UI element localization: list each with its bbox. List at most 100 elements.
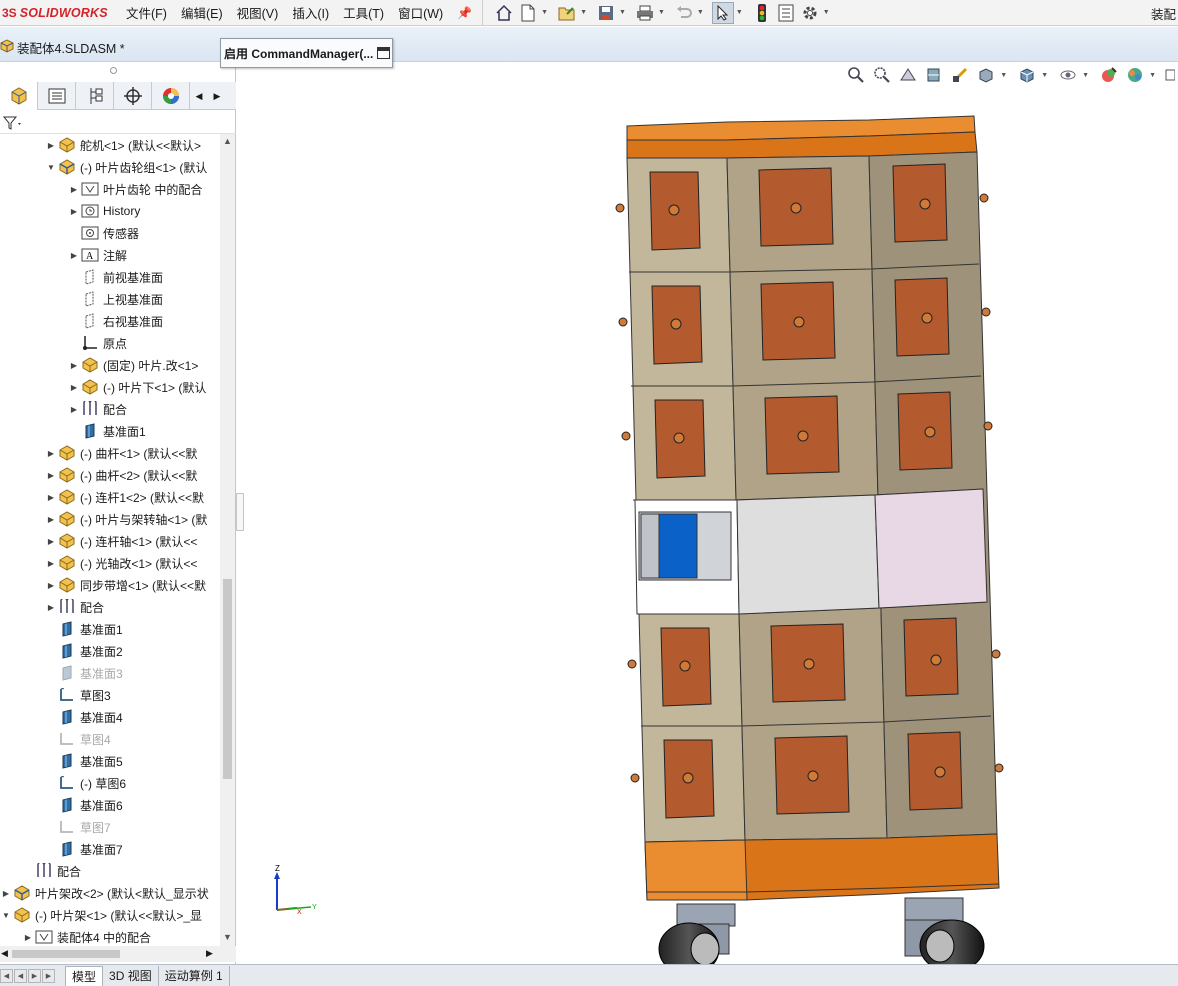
chevron-down-icon[interactable]: ▼	[541, 9, 548, 16]
home-icon[interactable]	[493, 2, 515, 24]
pin-icon[interactable]: 📌	[457, 6, 472, 20]
scrollbar-thumb[interactable]	[12, 950, 120, 958]
tree-item[interactable]: ▶ (-) 曲杆<2> (默认<<默	[45, 464, 197, 486]
tree-item[interactable]: ▶ 同步带增<1> (默认<<默	[45, 574, 206, 596]
collapsed-chevron-icon[interactable]: ▶	[45, 449, 57, 458]
scroll-left-icon[interactable]: ◀	[1, 948, 8, 959]
tab-motion-study[interactable]: 运动算例 1	[159, 965, 230, 986]
print-icon[interactable]	[634, 2, 656, 24]
menu-window[interactable]: 窗口(W)	[394, 3, 447, 22]
tab-property-manager[interactable]	[38, 82, 76, 110]
tree-item[interactable]: 基准面2	[45, 640, 123, 662]
graphics-area[interactable]: ▼ ▼ ▼ ▼ Z X Y	[237, 62, 1178, 964]
collapsed-chevron-icon[interactable]: ▶	[68, 405, 80, 414]
tree-item[interactable]: ▶ (固定) 叶片.改<1>	[68, 354, 198, 376]
collapsed-chevron-icon[interactable]: ▶	[45, 141, 57, 150]
tree-item[interactable]: ▶ 配合	[68, 398, 127, 420]
last-tab-icon[interactable]: ▶	[42, 968, 55, 983]
collapsed-chevron-icon[interactable]: ▶	[45, 515, 57, 524]
expanded-chevron-icon[interactable]: ▼	[45, 163, 57, 172]
tab-model[interactable]: 模型	[65, 965, 104, 986]
collapsed-chevron-icon[interactable]: ▶	[45, 471, 57, 480]
tree-item[interactable]: ▶ 配合	[45, 596, 104, 618]
tree-item[interactable]: 草图3	[45, 684, 111, 706]
tab-scroll-right-icon[interactable]: ▶	[208, 82, 226, 110]
rebuild-icon[interactable]	[751, 2, 773, 24]
solidworks-logo[interactable]: 3S SOLIDWORKS	[0, 0, 122, 26]
tree-item[interactable]: 基准面5	[45, 750, 123, 772]
tree-filter[interactable]	[0, 112, 236, 134]
options-gear-icon[interactable]	[799, 2, 821, 24]
tree-item[interactable]: 草图7	[45, 816, 111, 838]
tree-item[interactable]: (-) 草图6	[45, 772, 126, 794]
collapsed-chevron-icon[interactable]: ▶	[22, 933, 34, 942]
enable-commandmanager-popup[interactable]: 启用 CommandManager(...	[220, 38, 393, 68]
tree-vertical-scrollbar[interactable]: ▲ ▼	[220, 134, 235, 946]
collapsed-chevron-icon[interactable]: ▶	[68, 185, 80, 194]
collapsed-chevron-icon[interactable]: ▶	[68, 383, 80, 392]
tree-item[interactable]: ▶ 叶片架改<2> (默认<默认_显示状	[0, 882, 209, 904]
chevron-down-icon[interactable]: ▼	[823, 9, 830, 16]
tree-item[interactable]: 基准面1	[68, 420, 146, 442]
tab-feature-manager[interactable]	[0, 82, 38, 110]
tree-item[interactable]: ▶ (-) 光轴改<1> (默认<<	[45, 552, 197, 574]
tree-item[interactable]: ▶ 叶片齿轮 中的配合	[68, 178, 202, 200]
menu-edit[interactable]: 编辑(E)	[177, 3, 227, 22]
file-properties-icon[interactable]	[775, 2, 797, 24]
chevron-down-icon[interactable]: ▼	[658, 9, 665, 16]
select-icon[interactable]	[711, 1, 734, 24]
tab-dimxpert-manager[interactable]	[114, 82, 152, 110]
collapsed-chevron-icon[interactable]: ▶	[45, 493, 57, 502]
collapsed-chevron-icon[interactable]: ▶	[68, 251, 80, 260]
tab-3d-view[interactable]: 3D 视图	[103, 965, 159, 986]
menu-insert[interactable]: 插入(I)	[288, 3, 333, 22]
scroll-right-icon[interactable]: ▶	[206, 948, 213, 959]
collapsed-chevron-icon[interactable]: ▶	[45, 581, 57, 590]
tree-item[interactable]: 传感器	[68, 222, 139, 244]
chevron-down-icon[interactable]: ▼	[697, 9, 704, 16]
collapsed-chevron-icon[interactable]: ▶	[0, 889, 12, 898]
tree-item[interactable]: 基准面7	[45, 838, 123, 860]
scrollbar-thumb[interactable]	[223, 579, 232, 779]
tree-item[interactable]: ▶ (-) 曲杆<1> (默认<<默	[45, 442, 197, 464]
tree-item[interactable]: ▼ (-) 叶片齿轮组<1> (默认	[45, 156, 207, 178]
new-document-icon[interactable]	[517, 2, 539, 24]
tree-item[interactable]: 上视基准面	[68, 288, 163, 310]
next-tab-icon[interactable]: ▶	[28, 968, 41, 983]
panel-grip-icon[interactable]	[110, 67, 117, 74]
save-icon[interactable]	[595, 2, 617, 24]
tree-horizontal-scrollbar[interactable]: ◀ ▶	[0, 946, 236, 962]
scroll-up-icon[interactable]: ▲	[223, 136, 232, 146]
collapsed-chevron-icon[interactable]: ▶	[68, 207, 80, 216]
tree-item[interactable]: ▶ History	[68, 200, 140, 222]
tab-scroll-left-icon[interactable]: ◀	[190, 82, 208, 110]
expanded-chevron-icon[interactable]: ▼	[0, 911, 12, 920]
cabinet-3d-model[interactable]	[237, 62, 1178, 964]
tree-item[interactable]: 前视基准面	[68, 266, 163, 288]
tree-item[interactable]: ▶ 装配体4 中的配合	[22, 926, 151, 946]
undo-icon[interactable]	[673, 2, 695, 24]
tree-item[interactable]: 草图4	[45, 728, 111, 750]
tree-item[interactable]: ▶ 舵机<1> (默认<<默认>	[45, 134, 201, 156]
tree-item[interactable]: ▶ A 注解	[68, 244, 127, 266]
first-tab-icon[interactable]: ◀	[0, 968, 13, 983]
open-icon[interactable]	[556, 2, 578, 24]
tree-item[interactable]: ▶ (-) 叶片下<1> (默认	[68, 376, 206, 398]
tree-item[interactable]: 基准面4	[45, 706, 123, 728]
menu-file[interactable]: 文件(F)	[122, 3, 171, 22]
collapsed-chevron-icon[interactable]: ▶	[68, 361, 80, 370]
tree-item[interactable]: ▶ (-) 连杆轴<1> (默认<<	[45, 530, 197, 552]
prev-tab-icon[interactable]: ◀	[14, 968, 27, 983]
chevron-down-icon[interactable]: ▼	[619, 9, 626, 16]
tree-item[interactable]: 原点	[68, 332, 127, 354]
tree-item[interactable]: 基准面3	[45, 662, 123, 684]
menu-tools[interactable]: 工具(T)	[339, 3, 388, 22]
collapsed-chevron-icon[interactable]: ▶	[45, 603, 57, 612]
chevron-down-icon[interactable]: ▼	[736, 9, 743, 16]
tree-item[interactable]: ▶ (-) 连杆1<2> (默认<<默	[45, 486, 204, 508]
collapsed-chevron-icon[interactable]: ▶	[45, 559, 57, 568]
tab-display-manager[interactable]	[152, 82, 190, 110]
chevron-down-icon[interactable]: ▼	[580, 9, 587, 16]
tree-item[interactable]: ▶ (-) 叶片与架转轴<1> (默	[45, 508, 207, 530]
tree-item[interactable]: 右视基准面	[68, 310, 163, 332]
